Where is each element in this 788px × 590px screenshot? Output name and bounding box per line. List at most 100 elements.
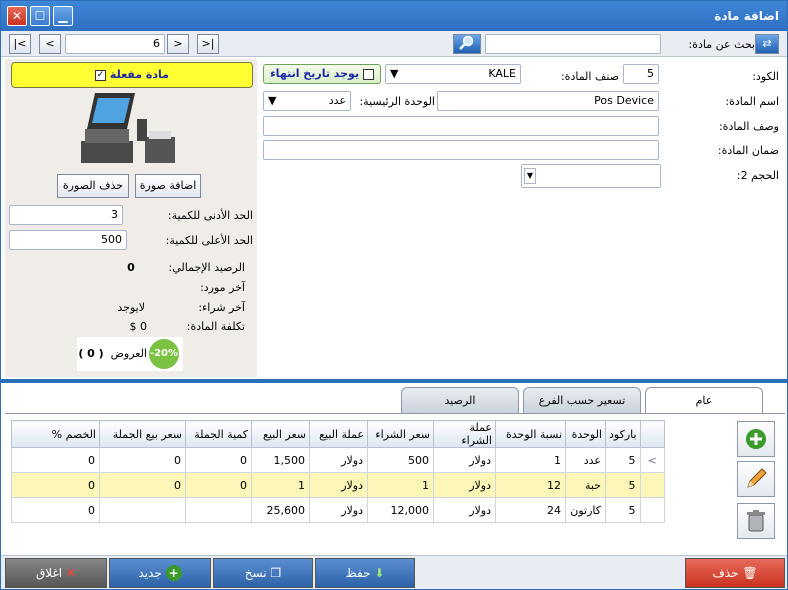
desc-field[interactable] [263,116,659,136]
first-record-button[interactable]: |< [9,34,31,54]
table-cell[interactable]: دولار [433,472,496,498]
has-expiry-toggle[interactable]: يوجد تاريخ انتهاء [263,64,381,84]
item-active-toggle[interactable]: ✓ مادة مفعلة [11,62,253,88]
table-cell[interactable]: 25,600 [251,497,310,523]
last-record-button[interactable]: >| [197,34,219,54]
maximize-window-button[interactable]: ☐ [30,6,50,26]
title-bar: ✕ ☐ ▁ اضافة مادة [1,1,787,31]
table-cell[interactable]: 1 [367,472,434,498]
max-qty-field[interactable]: 500 [9,230,127,250]
table-cell[interactable]: 0 [185,447,252,473]
table-cell[interactable]: 1,500 [251,447,310,473]
tab-branch-pricing[interactable]: تسعير حسب الفرع [523,387,641,415]
tab-strip: عام تسعير حسب الفرع الرصيد [1,383,787,417]
last-purchase-value: لايوجد [117,301,145,314]
warranty-label: ضمان المادة: [717,144,779,157]
offers-box[interactable]: ( 0 ) العروض -20% [77,337,183,371]
record-number-field[interactable]: 6 [65,34,165,54]
table-cell[interactable]: دولار [433,447,496,473]
category-select[interactable]: ▼ KALE [385,64,521,84]
next-record-button[interactable]: > [167,34,189,54]
minimize-window-button[interactable]: ▁ [53,6,73,26]
table-cell[interactable]: 0 [185,472,252,498]
offers-label: العروض [110,347,147,360]
table-cell[interactable]: 500 [367,447,434,473]
column-header[interactable]: سعر البيع [251,420,310,448]
table-row-selected[interactable]: 5 حبة 12 دولار 1 دولار 1 0 0 0 [11,472,665,498]
table-cell[interactable]: حبة [565,472,606,498]
last-supplier-label: آخر مورد: [200,281,245,294]
column-header[interactable]: عملة الشراء [433,420,496,448]
cost-label: تكلفة المادة: [186,320,245,333]
add-row-button[interactable] [737,421,775,457]
bottom-toolbar: 🗑 حذف ⬇ حفظ ❐ نسخ + جديد ✕ اغلاق [1,555,787,589]
column-header[interactable]: عملة البيع [309,420,368,448]
table-cell[interactable]: دولار [309,472,368,498]
row-indicator-header [639,420,665,448]
close-x-icon: ✕ [65,566,76,580]
table-cell[interactable]: 5 [605,497,641,523]
delete-image-button[interactable]: حذف الصورة [57,174,129,198]
delete-button[interactable]: 🗑 حذف [685,558,785,588]
column-header[interactable]: كمية الجملة [185,420,252,448]
table-row[interactable]: > 5 عدد 1 دولار 500 دولار 1,500 0 0 0 [11,447,665,473]
column-header[interactable]: الوحدة [565,420,606,448]
swap-icon[interactable]: ⇄ [755,34,779,54]
save-button[interactable]: ⬇ حفظ [315,558,415,588]
checkbox-icon [362,68,374,80]
size-label: الحجم 2: [736,169,779,182]
name-field[interactable]: Pos Device [437,91,659,111]
column-header[interactable]: سعر الشراء [367,420,434,448]
edit-row-button[interactable] [737,461,775,497]
copy-button[interactable]: ❐ نسخ [213,558,313,588]
column-header[interactable]: الخصم % [11,420,100,448]
column-header[interactable]: باركود [605,420,641,448]
chevron-down-icon: ▼ [524,168,536,184]
column-header[interactable]: نسبة الوحدة [495,420,566,448]
table-row[interactable]: 5 كارتون 24 دولار 12,000 دولار 25,600 0 [11,497,665,523]
close-button[interactable]: ✕ اغلاق [5,558,107,588]
table-cell[interactable]: دولار [309,497,368,523]
table-cell[interactable]: 12,000 [367,497,434,523]
prev-record-button[interactable]: < [39,34,61,54]
search-button[interactable] [453,34,481,54]
table-cell[interactable]: دولار [433,497,496,523]
desc-label: وصف المادة: [718,120,779,133]
delete-row-button[interactable] [737,503,775,539]
table-cell[interactable]: 1 [495,447,566,473]
new-button[interactable]: + جديد [109,558,211,588]
table-cell[interactable]: 24 [495,497,566,523]
table-cell[interactable]: عدد [565,447,606,473]
close-window-button[interactable]: ✕ [7,6,27,26]
category-number-field[interactable]: 5 [623,64,659,84]
size-select[interactable]: ▼ [521,164,661,188]
column-header[interactable]: سعر بيع الجملة [99,420,186,448]
units-grid-area: باركود الوحدة نسبة الوحدة عملة الشراء سع… [5,413,785,553]
search-label: بحث عن مادة: [688,38,755,51]
table-cell[interactable]: 0 [11,447,100,473]
table-cell[interactable] [185,497,252,523]
main-unit-select[interactable]: ▼ عدد [263,91,351,111]
table-cell[interactable]: 12 [495,472,566,498]
search-input[interactable] [485,34,661,54]
table-cell[interactable]: دولار [309,447,368,473]
discount-badge-icon: -20% [149,339,179,369]
warranty-field[interactable] [263,140,659,160]
add-image-button[interactable]: اضافة صورة [135,174,201,198]
table-cell[interactable]: 1 [251,472,310,498]
table-cell[interactable]: 0 [11,497,100,523]
table-cell[interactable]: 0 [11,472,100,498]
table-cell[interactable]: 5 [605,447,641,473]
table-cell[interactable]: 0 [99,447,186,473]
navigation-bar: |< < 6 > >| بحث عن مادة: ⇄ [1,31,787,57]
last-purchase-label: آخر شراء: [198,301,245,314]
units-table: باركود الوحدة نسبة الوحدة عملة الشراء سع… [11,420,665,523]
table-cell[interactable] [99,497,186,523]
min-qty-field[interactable]: 3 [9,205,123,225]
table-cell[interactable]: 5 [605,472,641,498]
table-cell[interactable]: كارتون [565,497,606,523]
total-balance-label: الرصيد الإجمالي: [168,261,245,274]
tab-balance[interactable]: الرصيد [401,387,519,415]
table-header-row: باركود الوحدة نسبة الوحدة عملة الشراء سع… [11,420,665,448]
table-cell[interactable]: 0 [99,472,186,498]
